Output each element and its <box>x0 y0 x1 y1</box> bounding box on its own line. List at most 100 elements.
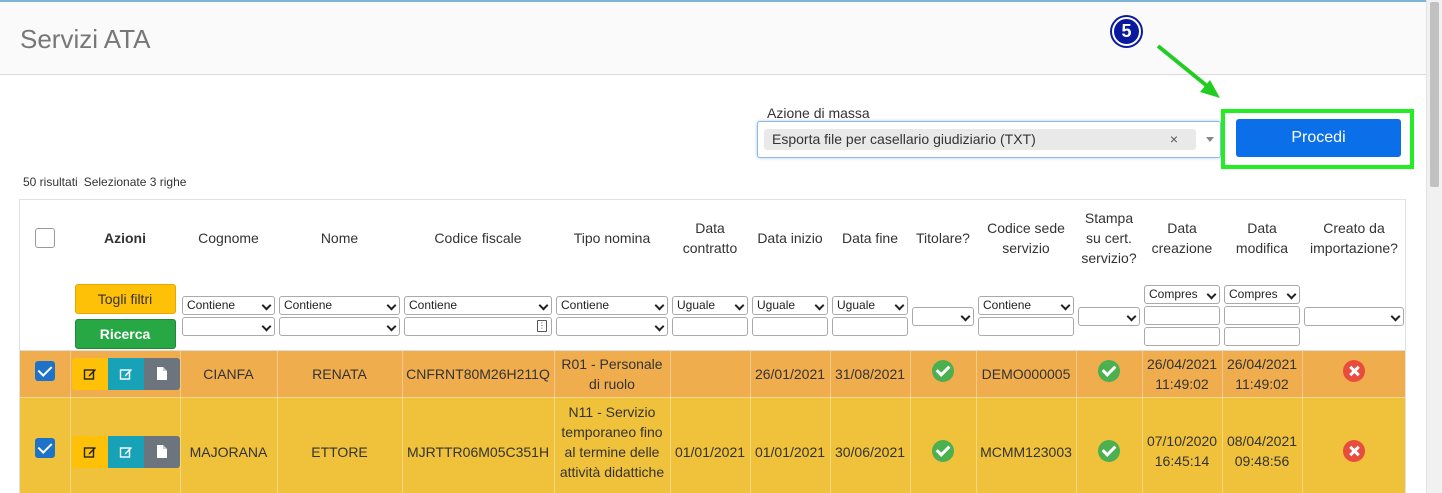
scrollbar-thumb[interactable] <box>1430 2 1439 187</box>
edit-icon[interactable] <box>71 435 108 468</box>
filter-nome-value[interactable] <box>279 317 400 336</box>
col-titolare[interactable]: Titolare? <box>910 200 976 275</box>
select-all-cell <box>20 200 70 275</box>
cell-data-fine: 30/06/2021 <box>830 397 911 493</box>
filter-data-fine-mode[interactable]: Uguale <box>832 296 908 315</box>
page-scrollbar[interactable] <box>1426 0 1442 493</box>
col-data-contratto[interactable]: Data contratto <box>670 200 750 275</box>
filter-codice-sede-mode[interactable]: Contiene <box>978 296 1074 315</box>
chevron-down-icon[interactable] <box>1206 137 1214 142</box>
filter-tipo-nomina-value[interactable] <box>556 317 668 336</box>
cell-titolare <box>910 350 977 398</box>
check-circle-icon <box>1098 360 1120 382</box>
filter-data-modifica-to[interactable] <box>1224 327 1300 346</box>
col-data-creazione[interactable]: Data creazione <box>1142 200 1222 275</box>
table-row[interactable]: MAJORANA ETTORE MJRTTR06M05C351H N11 - S… <box>20 397 1405 493</box>
filter-tipo-nomina-mode[interactable]: Contiene <box>556 296 668 315</box>
table-row[interactable]: CIANFA RENATA CNFRNT80M26H211Q R01 - Per… <box>20 350 1405 398</box>
table-header-row: Azioni Cognome Nome Codice fiscale Tipo … <box>20 200 1405 275</box>
filter-codice-fiscale-input[interactable]: ⋮ <box>404 317 552 336</box>
cell-stampa-cert <box>1076 350 1143 398</box>
row-action-group <box>71 357 180 390</box>
filter-nome-cell: Contiene <box>277 275 402 351</box>
clear-selection-icon[interactable]: × <box>1170 129 1178 150</box>
col-codice-sede[interactable]: Codice sede servizio <box>976 200 1076 275</box>
filter-data-inizio-input[interactable] <box>752 317 828 336</box>
mass-action-selected-chip: Esporta file per casellario giudiziario … <box>764 129 1196 150</box>
cell-data-fine: 31/08/2021 <box>830 350 911 398</box>
filter-codice-fiscale-mode[interactable]: Contiene <box>404 296 552 315</box>
col-creato-importazione[interactable]: Creato da importazione? <box>1302 200 1405 275</box>
cell-data-modifica: 26/04/2021 11:49:02 <box>1222 350 1303 398</box>
filter-codice-sede-input[interactable] <box>978 317 1074 336</box>
x-circle-icon <box>1343 360 1365 382</box>
x-circle-icon <box>1343 439 1365 462</box>
col-codice-fiscale[interactable]: Codice fiscale <box>402 200 554 275</box>
filter-data-creazione-from[interactable] <box>1144 306 1220 325</box>
filter-data-modifica-from[interactable] <box>1224 306 1300 325</box>
mass-action-selected-text: Esporta file per casellario giudiziario … <box>772 131 1036 147</box>
results-summary: 50 risultati Selezionate 3 righe <box>23 175 186 189</box>
filter-stampa-cert-cell <box>1076 275 1142 351</box>
cell-data-contratto <box>670 350 751 398</box>
cell-nome: RENATA <box>277 350 403 398</box>
mass-action-select[interactable]: Esporta file per casellario giudiziario … <box>757 121 1221 158</box>
filter-data-inizio-mode[interactable]: Uguale <box>752 296 828 315</box>
edit-alt-icon[interactable] <box>107 357 144 390</box>
col-nome[interactable]: Nome <box>277 200 402 275</box>
cell-nome: ETTORE <box>277 397 403 493</box>
row-checkbox[interactable] <box>34 361 55 381</box>
filter-cognome-mode[interactable]: Contiene <box>182 296 275 315</box>
cell-data-contratto: 01/01/2021 <box>670 397 751 493</box>
row-checkbox[interactable] <box>34 437 55 458</box>
results-count: 50 risultati <box>23 175 78 189</box>
cell-data-modifica: 08/04/2021 09:48:56 <box>1222 397 1303 493</box>
filter-data-creazione-to[interactable] <box>1144 327 1220 346</box>
edit-icon[interactable] <box>71 357 108 390</box>
procedi-button[interactable]: Procedi <box>1236 119 1401 157</box>
cell-codice-fiscale: CNFRNT80M26H211Q <box>402 350 555 398</box>
document-icon[interactable] <box>143 357 180 390</box>
col-data-fine[interactable]: Data fine <box>830 200 910 275</box>
ricerca-button[interactable]: Ricerca <box>74 319 176 349</box>
filter-data-modifica-mode[interactable]: Compres <box>1224 285 1300 304</box>
col-azioni: Azioni <box>70 200 180 275</box>
filter-data-contratto-input[interactable] <box>672 317 748 336</box>
page-title: Servizi ATA <box>20 24 151 54</box>
togli-filtri-button[interactable]: Togli filtri <box>74 284 176 314</box>
filter-cognome-cell: Contiene <box>180 275 277 351</box>
edit-alt-icon[interactable] <box>107 435 144 468</box>
filter-row: Togli filtri Ricerca Contiene Contiene C… <box>20 275 1405 351</box>
filter-nome-mode[interactable]: Contiene <box>279 296 400 315</box>
cell-tipo-nomina: N11 - Servizio temporaneo fino al termin… <box>554 397 671 493</box>
keyboard-icon[interactable]: ⋮ <box>537 320 547 332</box>
document-icon[interactable] <box>143 435 180 468</box>
col-data-inizio[interactable]: Data inizio <box>750 200 830 275</box>
filter-titolare-select[interactable] <box>912 307 974 326</box>
check-circle-icon <box>932 360 954 382</box>
filter-creato-importazione-select[interactable] <box>1304 307 1404 326</box>
cell-cognome: MAJORANA <box>180 397 278 493</box>
filter-cognome-value[interactable] <box>182 317 275 336</box>
selected-count: Selezionate 3 righe <box>83 175 187 189</box>
filter-data-fine-input[interactable] <box>832 317 908 336</box>
col-tipo-nomina[interactable]: Tipo nomina <box>554 200 670 275</box>
col-stampa-cert[interactable]: Stampa su cert. servizio? <box>1076 200 1142 275</box>
check-circle-icon <box>1098 439 1120 462</box>
filter-data-contratto-mode[interactable]: Uguale <box>672 296 748 315</box>
select-all-checkbox[interactable] <box>35 228 55 249</box>
col-data-modifica[interactable]: Data modifica <box>1222 200 1302 275</box>
cell-creato-importazione <box>1302 350 1405 398</box>
row-actions-cell <box>70 350 181 398</box>
filter-stampa-cert-select[interactable] <box>1078 307 1140 326</box>
filter-titolare-cell <box>910 275 976 351</box>
cell-data-creazione: 07/10/2020 16:45:14 <box>1142 397 1223 493</box>
cell-codice-sede: DEMO000005 <box>976 350 1077 398</box>
filter-data-creazione-mode[interactable]: Compres <box>1144 285 1220 304</box>
row-select-cell <box>20 350 71 398</box>
mass-action-label: Azione di massa <box>767 105 870 121</box>
col-cognome[interactable]: Cognome <box>180 200 277 275</box>
services-table: Azioni Cognome Nome Codice fiscale Tipo … <box>19 199 1406 493</box>
filter-codice-sede-cell: Contiene <box>976 275 1076 351</box>
filter-creato-importazione-cell <box>1302 275 1405 351</box>
